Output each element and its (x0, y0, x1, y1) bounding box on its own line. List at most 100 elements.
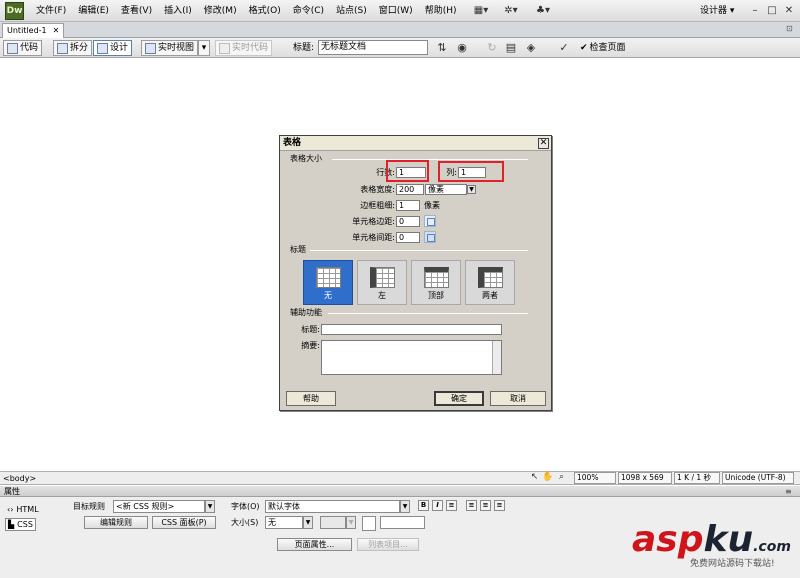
select-tool-icon[interactable]: ↖ (529, 472, 540, 483)
design-view-button[interactable]: 设计 (93, 40, 133, 56)
edit-rule-button[interactable]: 编辑规则 (84, 516, 148, 529)
live-view-dropdown[interactable]: ▾ (198, 40, 210, 56)
layout-icon[interactable]: ▦▾ (470, 3, 492, 19)
menu-help[interactable]: 帮助(H) (419, 0, 463, 22)
dialog-title-bar (280, 136, 551, 151)
css-panel-button[interactable]: CSS 面板(P) (152, 516, 216, 529)
size-select[interactable]: 无 (265, 516, 303, 529)
live-code-button[interactable]: 实时代码 (215, 40, 273, 56)
tag-selector[interactable]: <body> (3, 473, 36, 485)
header-option-top[interactable]: 顶部 (411, 260, 461, 305)
header-none-icon (316, 267, 341, 288)
header-option-both[interactable]: 两者 (465, 260, 515, 305)
help-button[interactable]: 帮助 (286, 391, 336, 406)
dreamweaver-logo: Dw (5, 2, 24, 20)
width-unit-select[interactable]: 像素 (425, 184, 467, 195)
menu-edit[interactable]: 编辑(E) (72, 0, 115, 22)
section-divider (328, 313, 528, 314)
zoom-tool-icon[interactable]: ⌕ (556, 472, 567, 483)
summary-textarea[interactable] (321, 340, 502, 375)
color-swatch[interactable] (362, 516, 376, 531)
visual-aids-icon[interactable]: ◈ (523, 40, 539, 56)
hand-tool-icon[interactable]: ✋ (542, 472, 553, 483)
watermark-subtitle: 免费网站源码下载站! (690, 559, 775, 569)
file-management-icon[interactable]: ⇅ (434, 40, 450, 56)
validate-icon[interactable]: ✓ (556, 40, 572, 56)
chevron-down-icon[interactable]: ▼ (303, 516, 313, 529)
ok-button[interactable]: 确定 (434, 391, 484, 406)
close-tab-icon[interactable]: ✕ (53, 24, 60, 38)
cell-padding-input[interactable]: 0 (396, 216, 420, 227)
refresh-icon[interactable]: ↻ (484, 40, 500, 56)
zoom-select[interactable]: 100% (574, 472, 616, 484)
dialog-title: 表格 (283, 138, 302, 148)
minimize-icon[interactable]: – (748, 3, 762, 18)
section-divider (310, 250, 528, 251)
properties-header[interactable]: 属性 ≡ (0, 486, 800, 497)
extend-icon[interactable]: ✲▾ (500, 3, 522, 19)
target-rule-select[interactable]: <新 CSS 规则> (113, 500, 205, 513)
dialog-close-icon[interactable]: ✕ (538, 138, 549, 149)
cancel-button[interactable]: 取消 (490, 391, 546, 406)
list-item-button[interactable]: 列表项目... (357, 538, 419, 551)
justify-icon[interactable]: ≡ (494, 500, 505, 511)
page-properties-button[interactable]: 页面属性... (277, 538, 352, 551)
insert-table-dialog: 表格 ✕ 表格大小 行数: 1 列: 1 表格宽度: 200 像素 ▼ 边框粗细… (279, 135, 552, 411)
caption-label: 标题: (301, 325, 320, 334)
menu-view[interactable]: 查看(V) (115, 0, 158, 22)
site-icon[interactable]: ♣▾ (532, 3, 554, 19)
menu-modify[interactable]: 修改(M) (198, 0, 243, 22)
accessibility-section: 辅助功能 (290, 308, 322, 317)
chevron-down-icon[interactable]: ▼ (346, 516, 356, 529)
restore-icon[interactable]: ⊡ (786, 24, 793, 33)
header-option-none[interactable]: 无 (303, 260, 353, 305)
document-tab[interactable]: Untitled-1 ✕ (2, 23, 65, 38)
menu-site[interactable]: 站点(S) (330, 0, 373, 22)
check-page-button[interactable]: ✔ 检查页面 (576, 40, 630, 56)
rows-highlight (386, 160, 429, 182)
chevron-down-icon[interactable]: ▼ (400, 500, 410, 513)
html-tab[interactable]: ‹› HTML (5, 503, 41, 516)
font-select[interactable]: 默认字体 (265, 500, 400, 513)
split-view-button[interactable]: 拆分 (53, 40, 93, 56)
align-right-icon[interactable]: ≡ (480, 500, 491, 511)
chevron-down-icon[interactable]: ▼ (205, 500, 215, 513)
view-options-icon[interactable]: ▤ (503, 40, 519, 56)
table-width-input[interactable]: 200 (396, 184, 424, 195)
menu-commands[interactable]: 命令(C) (287, 0, 330, 22)
workspace-switcher[interactable]: 设计器 ▾ (700, 3, 734, 19)
size-unit-select[interactable] (320, 516, 346, 529)
menu-window[interactable]: 窗口(W) (373, 0, 419, 22)
cell-spacing-label: 单元格间距: (352, 233, 395, 242)
chevron-down-icon[interactable]: ▼ (467, 185, 476, 194)
header-left-icon (370, 267, 395, 288)
menu-format[interactable]: 格式(O) (243, 0, 287, 22)
split-icon (57, 42, 68, 54)
cols-highlight (438, 161, 504, 182)
border-input[interactable]: 1 (396, 200, 420, 211)
header-top-icon (424, 267, 449, 288)
live-view-button[interactable]: 实时视图 (141, 40, 199, 56)
bold-button[interactable]: B (418, 500, 429, 511)
cell-spacing-input[interactable]: 0 (396, 232, 420, 243)
summary-scrollbar[interactable] (492, 341, 501, 374)
doc-title-input[interactable]: 无标题文档 (318, 40, 428, 55)
caption-input[interactable] (321, 324, 502, 335)
window-size[interactable]: 1098 x 569 (618, 472, 672, 484)
preview-browser-icon[interactable]: ◉ (454, 40, 470, 56)
italic-button[interactable]: I (432, 500, 443, 511)
panel-menu-icon[interactable]: ≡ (785, 486, 792, 497)
css-tab[interactable]: ▙ CSS (5, 518, 36, 531)
header-option-label: 无 (324, 291, 332, 300)
align-left-icon[interactable]: ≡ (446, 500, 457, 511)
html-icon: ‹› (7, 505, 14, 514)
align-center-icon[interactable]: ≡ (466, 500, 477, 511)
header-option-left[interactable]: 左 (357, 260, 407, 305)
maximize-icon[interactable]: □ (765, 3, 779, 18)
document-tab-name: Untitled-1 (7, 26, 47, 35)
close-window-icon[interactable]: ✕ (782, 3, 796, 18)
menu-insert[interactable]: 插入(I) (158, 0, 198, 22)
color-input[interactable] (380, 516, 425, 529)
menu-file[interactable]: 文件(F) (30, 0, 72, 22)
code-view-button[interactable]: 代码 (3, 40, 43, 56)
